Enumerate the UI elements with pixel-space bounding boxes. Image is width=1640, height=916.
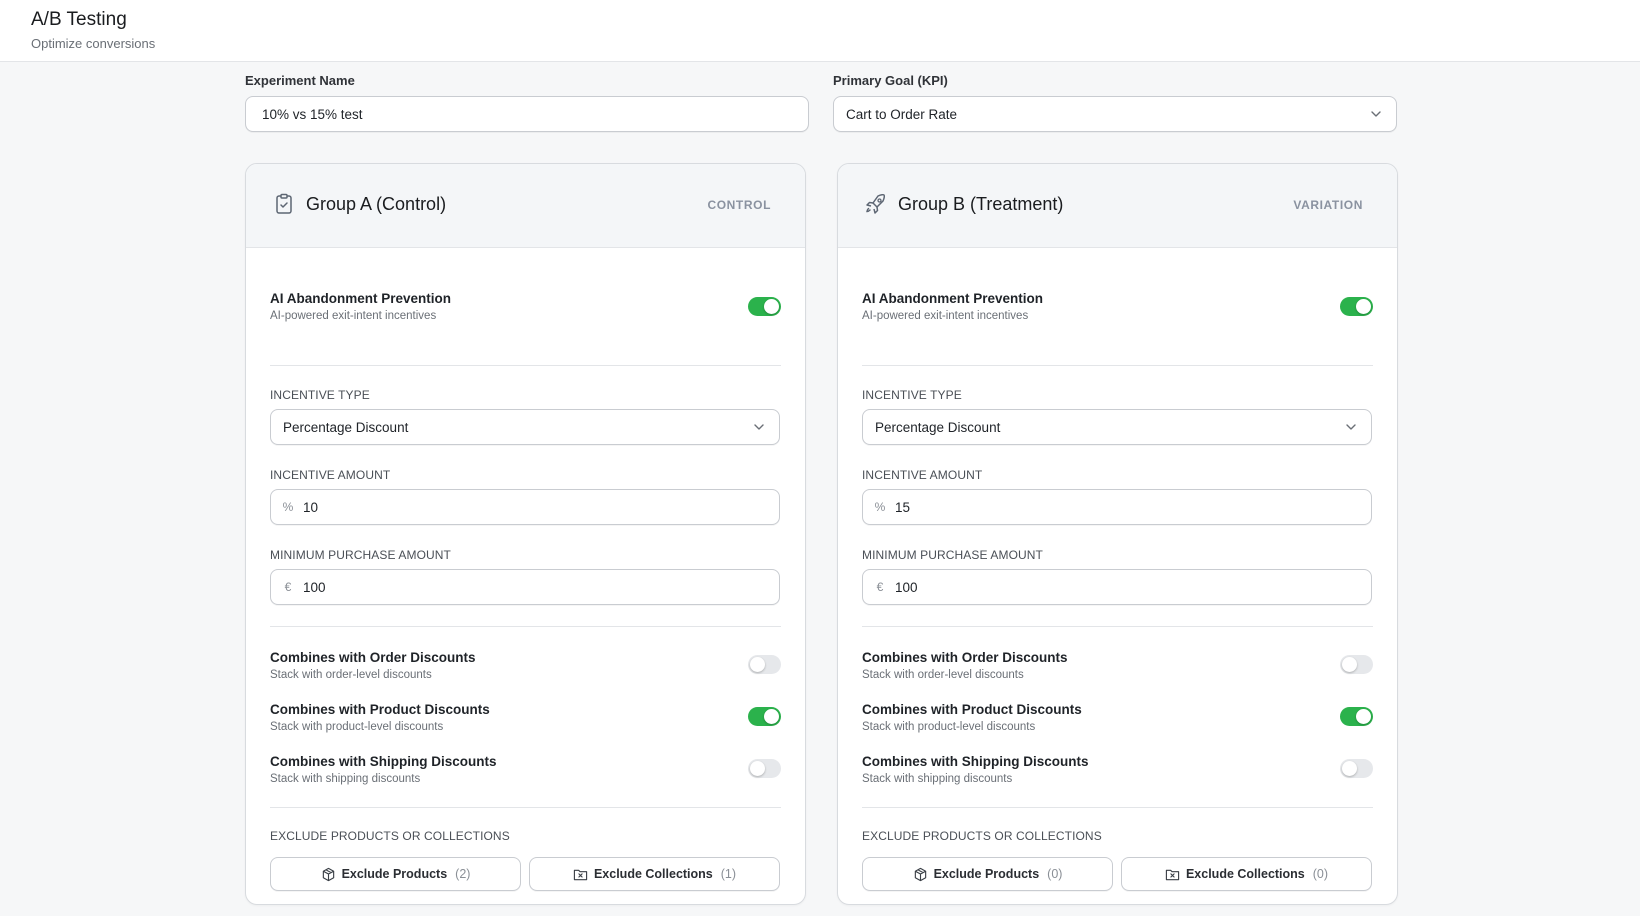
divider [270, 626, 781, 627]
incentive-type-select[interactable]: Percentage Discount [270, 409, 780, 445]
divider [862, 365, 1373, 366]
group-a-tag: CONTROL [707, 198, 771, 212]
combines-order-subtitle: Stack with order-level discounts [862, 669, 1024, 681]
page-title: A/B Testing [31, 9, 127, 30]
toggle-knob [750, 657, 765, 672]
combines-order-title: Combines with Order Discounts [270, 650, 476, 665]
incentive-type-label: INCENTIVE TYPE [862, 388, 962, 402]
chevron-down-icon [754, 424, 764, 430]
euro-prefix: € [876, 580, 884, 594]
incentive-amount-label: INCENTIVE AMOUNT [270, 468, 391, 482]
min-purchase-value: 100 [895, 579, 918, 595]
incentive-amount-label: INCENTIVE AMOUNT [862, 468, 983, 482]
incentive-type-value: Percentage Discount [283, 419, 409, 435]
exclude-products-count: (0) [1047, 867, 1063, 881]
combines-shipping-toggle[interactable] [1340, 759, 1373, 778]
chevron-down-icon [1346, 424, 1356, 430]
toggle-knob [764, 299, 779, 314]
incentive-type-value: Percentage Discount [875, 419, 1001, 435]
group-a-header: Group A (Control) CONTROL [246, 164, 805, 248]
primary-goal-label: Primary Goal (KPI) [833, 73, 948, 88]
group-a-title: Group A (Control) [306, 194, 447, 214]
exclude-collections-count: (1) [720, 867, 737, 881]
incentive-type-select[interactable]: Percentage Discount [862, 409, 1372, 445]
group-b-header: Group B (Treatment) VARIATION [838, 164, 1397, 248]
combines-product-subtitle: Stack with product-level discounts [270, 721, 444, 733]
ai-prevention-toggle[interactable] [748, 297, 781, 316]
divider [862, 807, 1373, 808]
exclude-products-label: Exclude Products [341, 867, 448, 881]
exclude-products-count: (2) [455, 867, 471, 881]
exclude-collections-button[interactable]: Exclude Collections (1) [529, 857, 780, 891]
ai-prevention-subtitle: AI-powered exit-intent incentives [862, 310, 1029, 322]
min-purchase-input[interactable]: € 100 [270, 569, 780, 605]
toggle-knob [1356, 709, 1371, 724]
exclude-collections-label: Exclude Collections [593, 867, 713, 881]
group-b-card: Group B (Treatment) VARIATION AI Abandon… [837, 163, 1398, 905]
combines-order-title: Combines with Order Discounts [862, 650, 1068, 665]
top-bar: A/B Testing Optimize conversions [0, 0, 1640, 62]
incentive-amount-input[interactable]: % 15 [862, 489, 1372, 525]
ai-prevention-title: AI Abandonment Prevention [862, 291, 1044, 306]
chevron-down-icon [1371, 111, 1381, 117]
combines-shipping-title: Combines with Shipping Discounts [862, 754, 1089, 769]
group-b-tag: VARIATION [1293, 198, 1363, 212]
exclude-collections-button[interactable]: Exclude Collections (0) [1121, 857, 1372, 891]
page-subtitle: Optimize conversions [31, 36, 156, 51]
percent-prefix: % [874, 500, 886, 514]
combines-shipping-subtitle: Stack with shipping discounts [862, 773, 1013, 785]
exclude-label: EXCLUDE PRODUCTS OR COLLECTIONS [862, 829, 1102, 843]
combines-product-title: Combines with Product Discounts [862, 702, 1082, 717]
group-b-title: Group B (Treatment) [898, 194, 1064, 214]
rocket-icon [866, 193, 886, 214]
incentive-amount-value: 15 [895, 499, 911, 515]
euro-prefix: € [284, 580, 292, 594]
folder-x-icon [573, 869, 588, 880]
min-purchase-input[interactable]: € 100 [862, 569, 1372, 605]
combines-order-toggle[interactable] [748, 655, 781, 674]
min-purchase-value: 100 [303, 579, 326, 595]
primary-goal-select[interactable]: Cart to Order Rate [833, 96, 1397, 132]
folder-x-icon [1165, 869, 1180, 880]
clipboard-check-icon [276, 193, 292, 214]
exclude-collections-count: (0) [1312, 867, 1329, 881]
incentive-amount-input[interactable]: % 10 [270, 489, 780, 525]
experiment-name-input[interactable] [245, 96, 809, 132]
package-icon [914, 867, 926, 881]
experiment-name-label: Experiment Name [245, 73, 355, 88]
ai-prevention-title: AI Abandonment Prevention [270, 291, 452, 306]
min-purchase-label: MINIMUM PURCHASE AMOUNT [270, 548, 451, 562]
primary-goal-value: Cart to Order Rate [846, 106, 958, 122]
package-icon [322, 867, 334, 881]
toggle-knob [764, 709, 779, 724]
combines-product-toggle[interactable] [748, 707, 781, 726]
toggle-knob [750, 761, 765, 776]
toggle-knob [1342, 657, 1357, 672]
combines-product-subtitle: Stack with product-level discounts [862, 721, 1036, 733]
combines-shipping-subtitle: Stack with shipping discounts [270, 773, 421, 785]
percent-prefix: % [282, 500, 294, 514]
ai-prevention-toggle[interactable] [1340, 297, 1373, 316]
exclude-label: EXCLUDE PRODUCTS OR COLLECTIONS [270, 829, 510, 843]
group-a-card: Group A (Control) CONTROL AI Abandonment… [245, 163, 806, 905]
combines-product-toggle[interactable] [1340, 707, 1373, 726]
combines-shipping-title: Combines with Shipping Discounts [270, 754, 497, 769]
exclude-products-button[interactable]: Exclude Products (2) [270, 857, 521, 891]
divider [270, 807, 781, 808]
toggle-knob [1356, 299, 1371, 314]
combines-order-subtitle: Stack with order-level discounts [270, 669, 432, 681]
min-purchase-label: MINIMUM PURCHASE AMOUNT [862, 548, 1043, 562]
ai-prevention-subtitle: AI-powered exit-intent incentives [270, 310, 437, 322]
incentive-amount-value: 10 [303, 499, 319, 515]
combines-order-toggle[interactable] [1340, 655, 1373, 674]
combines-shipping-toggle[interactable] [748, 759, 781, 778]
exclude-products-label: Exclude Products [933, 867, 1040, 881]
incentive-type-label: INCENTIVE TYPE [270, 388, 370, 402]
divider [862, 626, 1373, 627]
exclude-products-button[interactable]: Exclude Products (0) [862, 857, 1113, 891]
divider [270, 365, 781, 366]
exclude-collections-label: Exclude Collections [1185, 867, 1305, 881]
combines-product-title: Combines with Product Discounts [270, 702, 490, 717]
toggle-knob [1342, 761, 1357, 776]
